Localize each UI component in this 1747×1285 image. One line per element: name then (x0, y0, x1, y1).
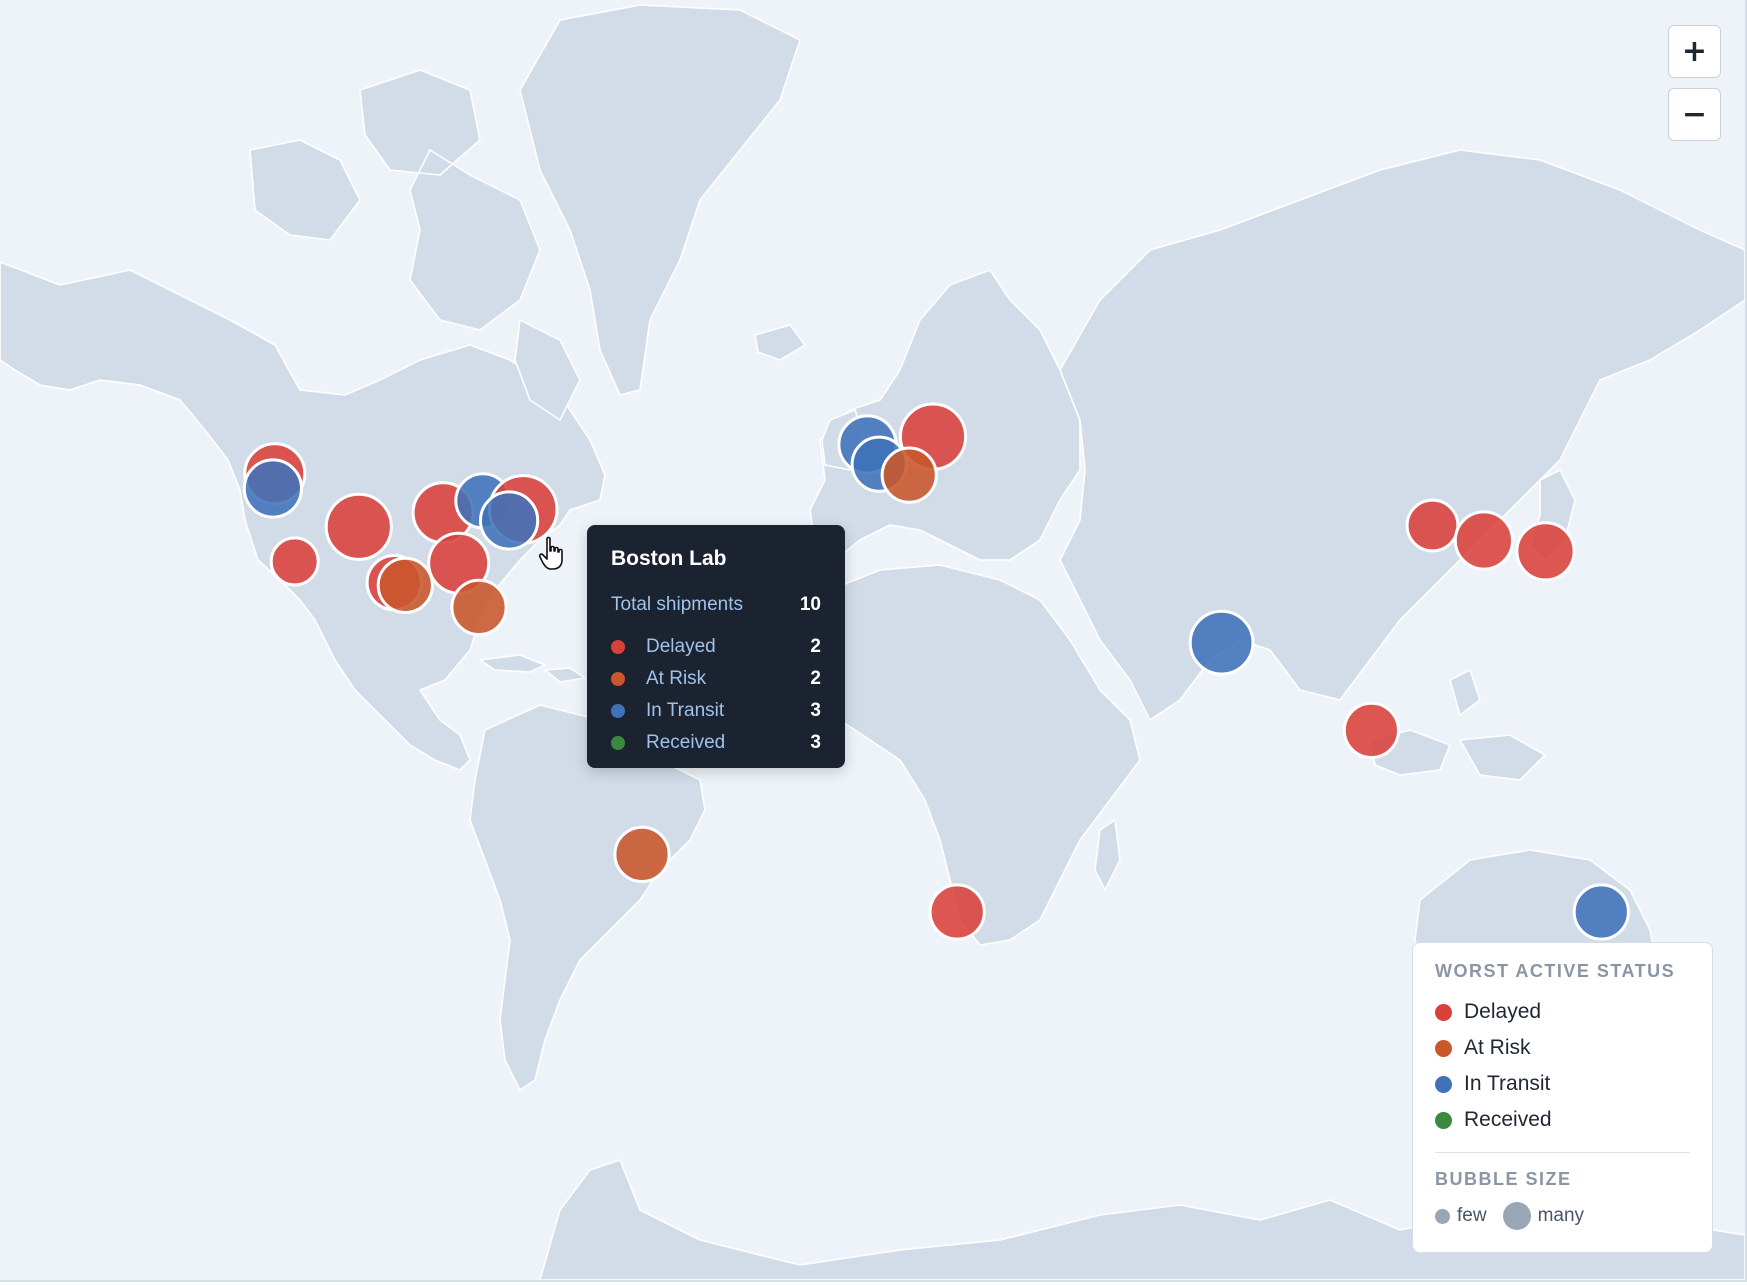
in-transit-status-dot (611, 704, 625, 718)
legend-status-heading: WORST ACTIVE STATUS (1435, 961, 1676, 981)
tooltip-title: Boston Lab (611, 547, 727, 570)
tooltip-total-row: Total shipments 10 (611, 589, 821, 621)
at-risk-legend-dot (1435, 1039, 1452, 1057)
tooltip-row-received: Received 3 (611, 727, 821, 759)
tooltip-total-value: 10 (799, 594, 821, 615)
legend-size-scale: few many (1435, 1202, 1690, 1230)
at-risk-status-dot (611, 672, 625, 686)
location-bubble[interactable] (613, 825, 671, 884)
delayed-status-dot (611, 640, 625, 654)
location-bubble[interactable] (1453, 510, 1515, 571)
legend-item-label: Delayed (1464, 1000, 1542, 1023)
location-bubble[interactable] (376, 556, 434, 615)
location-bubble[interactable] (479, 490, 540, 551)
received-status-dot (611, 736, 625, 750)
legend-item-at-risk: At Risk (1435, 1030, 1690, 1066)
legend-size-heading: BUBBLE SIZE (1435, 1169, 1572, 1189)
location-bubble[interactable] (1405, 498, 1460, 553)
tooltip-row-value: 2 (810, 636, 821, 657)
small-bubble-swatch (1435, 1208, 1450, 1224)
tooltip-row-label: At Risk (646, 668, 707, 689)
large-bubble-swatch (1502, 1202, 1531, 1230)
tooltip-row-at-risk: At Risk 2 (611, 663, 821, 695)
tooltip-row-value: 3 (810, 700, 821, 721)
legend-item-received: Received (1435, 1102, 1690, 1138)
location-bubble[interactable] (242, 458, 303, 519)
zoom-out-button[interactable]: − (1668, 88, 1721, 141)
legend-divider (1435, 1152, 1690, 1153)
location-bubble[interactable] (880, 446, 938, 504)
legend-size-many-label: many (1537, 1205, 1585, 1226)
legend-size-few-label: few (1457, 1205, 1487, 1226)
location-tooltip: Boston Lab Total shipments 10 Delayed 2 … (587, 525, 845, 768)
tooltip-row-in-transit: In Transit 3 (611, 695, 821, 727)
legend-item-label: At Risk (1464, 1036, 1531, 1059)
received-legend-dot (1435, 1111, 1452, 1129)
tooltip-row-value: 2 (810, 668, 821, 689)
pointer-hand-icon (538, 536, 563, 570)
in-transit-legend-dot (1435, 1075, 1452, 1093)
location-bubble[interactable] (1188, 609, 1255, 676)
tooltip-row-label: Received (646, 732, 726, 753)
iceland (754, 324, 806, 361)
caribbean-islands (479, 654, 586, 683)
location-bubble[interactable] (269, 536, 320, 587)
tooltip-row-value: 3 (810, 732, 821, 753)
map-legend: WORST ACTIVE STATUS Delayed At Risk In T… (1412, 942, 1713, 1253)
location-bubble[interactable] (1515, 521, 1576, 582)
location-bubble[interactable] (450, 578, 508, 637)
location-bubble[interactable] (324, 492, 393, 561)
legend-item-delayed: Delayed (1435, 994, 1690, 1030)
legend-item-label: In Transit (1464, 1072, 1551, 1095)
delayed-legend-dot (1435, 1003, 1452, 1021)
tooltip-row-label: In Transit (646, 700, 725, 721)
legend-item-label: Received (1464, 1108, 1552, 1131)
madagascar (1094, 819, 1121, 891)
tooltip-row-label: Delayed (646, 636, 716, 657)
zoom-in-button[interactable]: + (1668, 25, 1721, 78)
legend-item-in-transit: In Transit (1435, 1066, 1690, 1102)
asia-landmass (1059, 149, 1745, 721)
location-bubble[interactable] (928, 883, 986, 941)
location-bubble[interactable] (1342, 701, 1401, 760)
tooltip-total-label: Total shipments (611, 594, 744, 615)
tooltip-row-delayed: Delayed 2 (611, 631, 821, 663)
location-bubble[interactable] (1572, 883, 1630, 941)
